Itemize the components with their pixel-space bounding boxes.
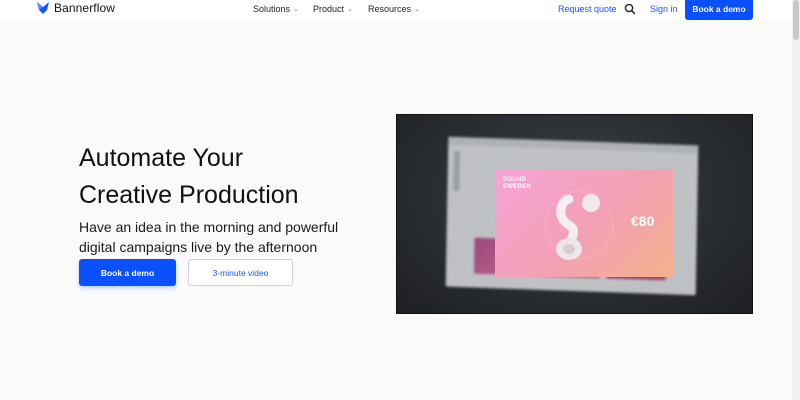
ad-brand-line-2: SWEDEN [503, 184, 532, 190]
nav-product[interactable]: Product ⌄ [313, 0, 353, 18]
scrollbar-thumb[interactable] [793, 0, 799, 40]
search-icon[interactable] [623, 2, 637, 16]
ad-brand: SOUND SWEDEN [503, 177, 531, 191]
hero-headline: Automate Your Creative Production [79, 140, 379, 214]
hero-headline-line-2: Creative Production [79, 181, 299, 209]
ad-preview-card: SOUND SWEDEN €80 [495, 169, 673, 277]
earbud-image [544, 190, 614, 260]
nav-resources-label: Resources [368, 4, 412, 14]
header-book-demo-button[interactable]: Book a demo [685, 0, 753, 20]
nav-solutions[interactable]: Solutions ⌄ [253, 0, 299, 18]
chevron-down-icon: ⌄ [293, 6, 299, 13]
hero-video-player[interactable]: SOUND SWEDEN €80 [396, 114, 753, 314]
nav-solutions-label: Solutions [253, 4, 291, 14]
hero-subhead-line-1: Have an idea in the morning and powerful [79, 219, 339, 235]
nav-product-label: Product [313, 4, 345, 14]
logo[interactable]: Bannerflow [36, 0, 115, 16]
logo-text: Bannerflow [54, 1, 116, 15]
site-header: Bannerflow Solutions ⌄ Product ⌄ Resourc… [0, 0, 800, 20]
hero-subhead-line-2: digital campaigns live by the afternoon [79, 239, 318, 255]
hero-book-demo-button[interactable]: Book a demo [79, 259, 176, 286]
request-quote-link[interactable]: Request quote [558, 0, 617, 18]
chevron-down-icon: ⌄ [347, 6, 353, 13]
bannerflow-logo-icon [37, 2, 49, 14]
nav-resources[interactable]: Resources ⌄ [368, 0, 420, 18]
video-mock-titlebar [448, 136, 699, 154]
hero-headline-line-1: Automate Your [79, 144, 244, 172]
scrollbar-track[interactable] [792, 0, 800, 400]
chevron-down-icon: ⌄ [414, 6, 420, 13]
ad-price: €80 [631, 213, 655, 229]
ad-brand-line-1: SOUND [503, 177, 527, 183]
hero-subhead: Have an idea in the morning and powerful… [79, 217, 379, 257]
video-mock-sidebar [453, 150, 461, 192]
sign-in-link[interactable]: Sign in [650, 0, 678, 18]
hero-video-button[interactable]: 3-minute video [188, 259, 293, 286]
